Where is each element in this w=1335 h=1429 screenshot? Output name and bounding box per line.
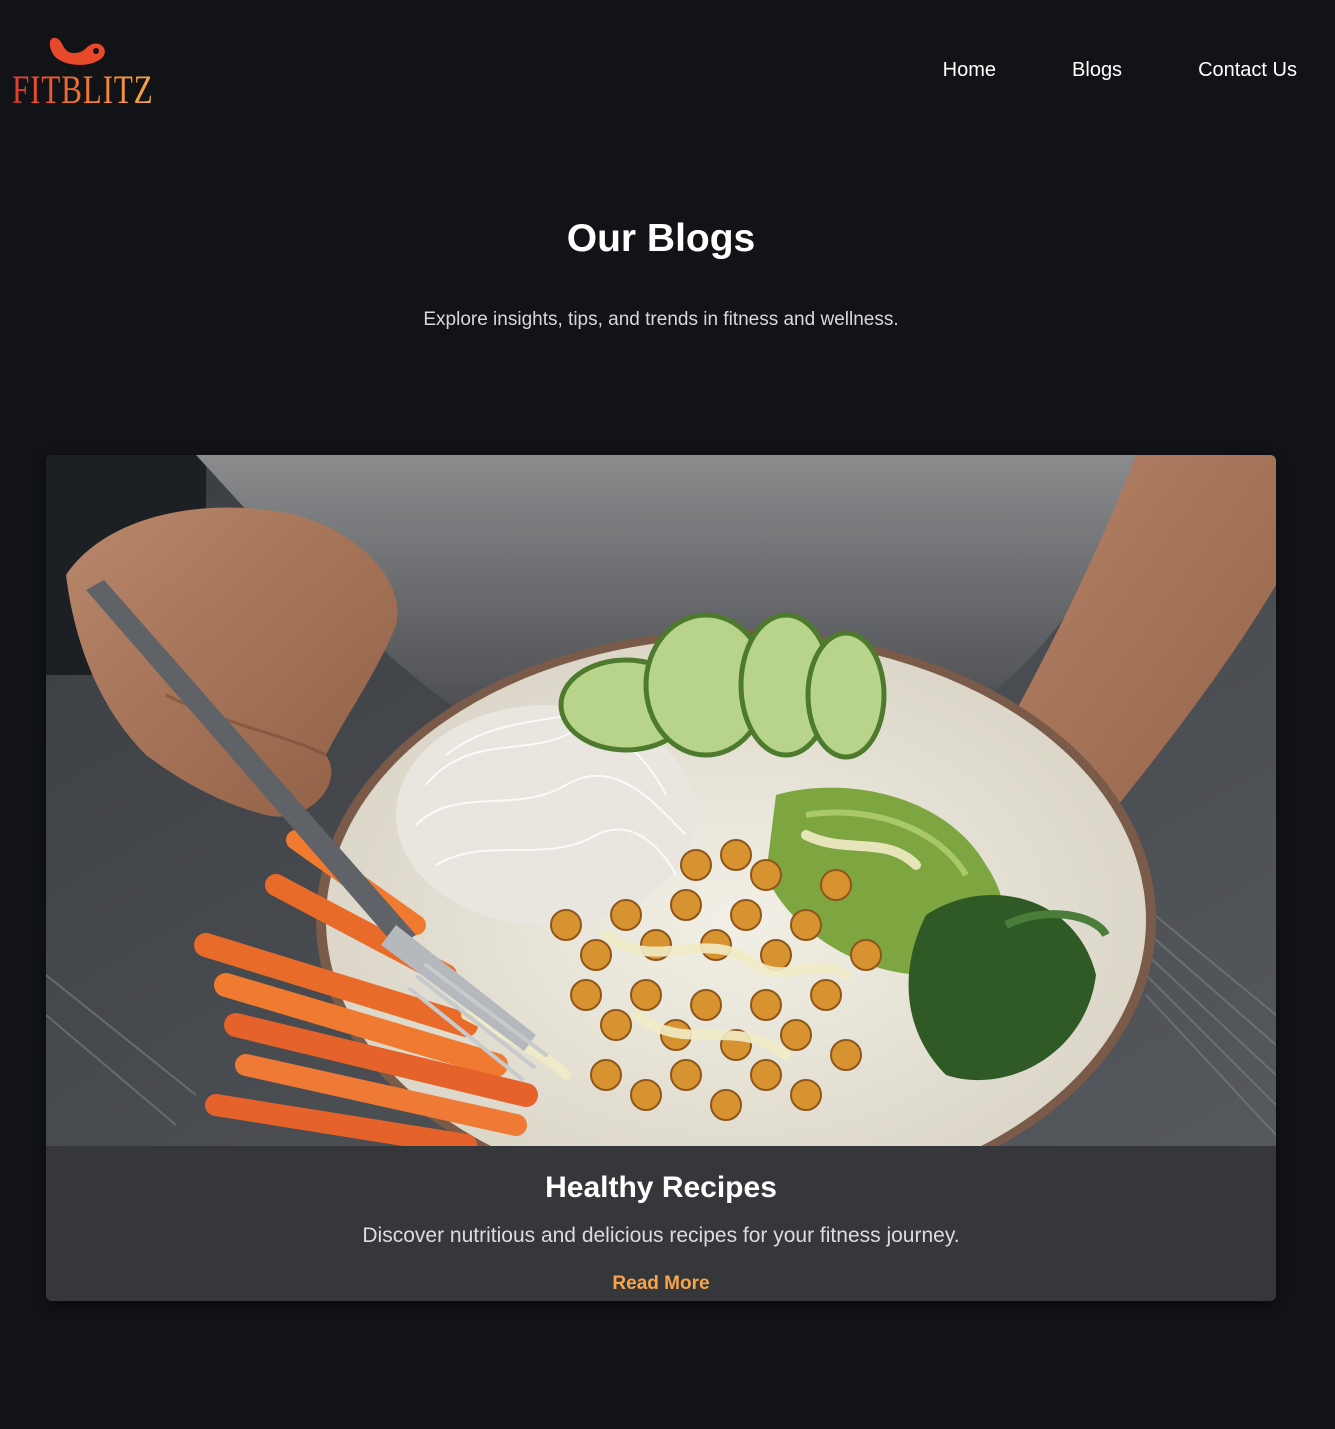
blog-card-description: Discover nutritious and delicious recipe… (362, 1224, 960, 1247)
main-nav: Home Blogs Contact Us (943, 56, 1297, 84)
blog-card[interactable]: Healthy Recipes Discover nutritious and … (46, 455, 1276, 1301)
nav-link-blogs[interactable]: Blogs (1072, 56, 1122, 84)
page-subtitle: Explore insights, tips, and trends in fi… (423, 309, 899, 330)
nav-link-contact-us[interactable]: Contact Us (1198, 56, 1297, 84)
logo[interactable]: FITBLITZ (10, 32, 154, 112)
page-title: Our Blogs (566, 217, 756, 260)
nav-link-home[interactable]: Home (943, 56, 996, 84)
read-more-link[interactable]: Read More (46, 1271, 1276, 1297)
blog-card-image[interactable] (46, 455, 1276, 1146)
flexed-arm-icon (49, 37, 105, 65)
logo-text: FITBLITZ (12, 67, 154, 112)
blog-card-title: Healthy Recipes (545, 1171, 777, 1204)
page: FITBLITZ Home Blogs Contact Us Our Blogs… (0, 0, 1335, 1429)
food-bowl-illustration (46, 455, 1276, 1146)
